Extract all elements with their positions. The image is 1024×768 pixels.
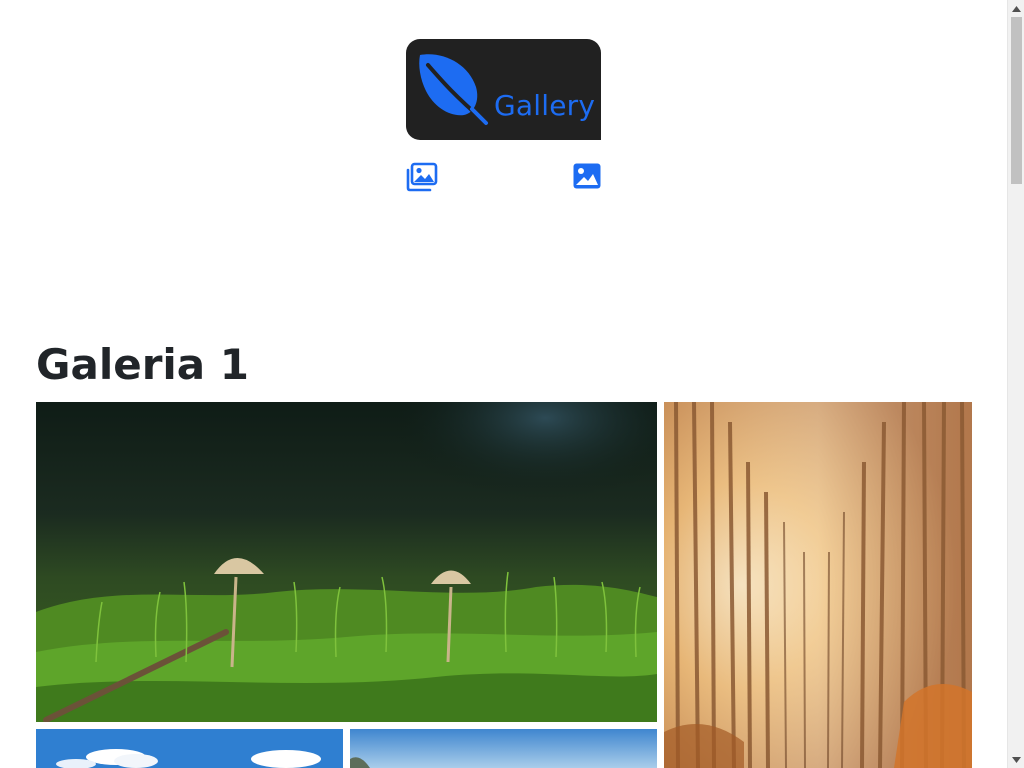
scroll-down-icon[interactable] bbox=[1008, 751, 1024, 768]
image-icon[interactable] bbox=[572, 162, 604, 192]
site-logo[interactable]: Gallery bbox=[406, 39, 601, 140]
page-scrollbar[interactable] bbox=[1007, 0, 1024, 768]
photo-sunlit-forest[interactable] bbox=[664, 402, 972, 768]
leaf-icon bbox=[419, 54, 488, 125]
scroll-up-icon[interactable] bbox=[1008, 0, 1024, 17]
photo-blue-sky[interactable] bbox=[36, 729, 343, 768]
page: Gallery Galeria 1 bbox=[0, 0, 1007, 768]
scroll-thumb[interactable] bbox=[1011, 17, 1022, 184]
gallery-title: Galeria 1 bbox=[36, 340, 249, 389]
logo-text: Gallery bbox=[494, 89, 596, 122]
photo-moss-mushrooms[interactable] bbox=[36, 402, 657, 722]
photo-coastal-sky[interactable] bbox=[350, 729, 657, 768]
images-icon[interactable] bbox=[406, 162, 438, 192]
